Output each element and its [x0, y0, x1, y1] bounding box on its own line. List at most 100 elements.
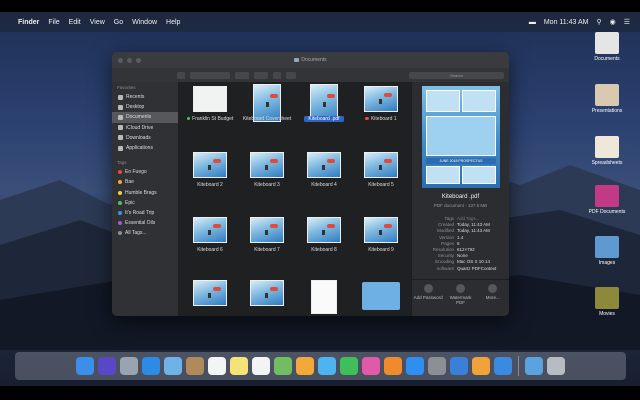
file-item[interactable]: Kiteboard 2	[182, 150, 238, 210]
sidebar-tag-item[interactable]: En Fuego	[112, 167, 178, 177]
dock-mail-icon[interactable]	[164, 357, 182, 375]
display-status-icon[interactable]: ▬	[529, 19, 536, 26]
kiteboarder-graphic	[208, 164, 212, 170]
file-thumbnail	[250, 152, 284, 178]
sidebar-tag-item[interactable]: Essential Oils	[112, 218, 178, 228]
dock-safari-icon[interactable]	[142, 357, 160, 375]
dock-books-icon[interactable]	[384, 357, 402, 375]
dock-pages-icon[interactable]	[472, 357, 490, 375]
dock-reminders-icon[interactable]	[252, 357, 270, 375]
menu-edit[interactable]: Edit	[69, 19, 81, 26]
menu-finder[interactable]: Finder	[18, 19, 39, 26]
dock-launchpad-icon[interactable]	[120, 357, 138, 375]
menu-window[interactable]: Window	[132, 19, 157, 26]
sidebar-item-icloud-drive[interactable]: iCloud Drive	[112, 123, 178, 133]
menu-file[interactable]: File	[48, 19, 59, 26]
add-password-button[interactable]: Add Password	[413, 284, 443, 316]
dock-app-store-icon[interactable]	[406, 357, 424, 375]
group-button[interactable]	[235, 71, 249, 79]
desktop-item[interactable]: Presentations	[582, 84, 632, 114]
dock-keynote-icon[interactable]	[450, 357, 468, 375]
sidebar-tag-item[interactable]: All Tags...	[112, 228, 178, 238]
file-item[interactable]: Kiteboard 3	[239, 150, 295, 210]
desktop-item-label: Movies	[599, 311, 615, 317]
file-item[interactable]: Kiteboard 4	[296, 150, 352, 210]
preview-metadata: Tags Add Tags... Created Today, 11:43 AM Mod…	[414, 216, 497, 272]
file-item[interactable]: Kiteboard 6	[182, 215, 238, 275]
action-button[interactable]	[254, 71, 268, 79]
share-button[interactable]	[273, 71, 281, 79]
dock-trash-icon[interactable]	[547, 357, 565, 375]
dock-messages-icon[interactable]	[318, 357, 336, 375]
siri-icon[interactable]: ◉	[610, 18, 616, 26]
desktop-item-label: Spreadsheets	[591, 160, 623, 166]
desktop-item[interactable]: Documents	[582, 32, 632, 62]
dock-separator	[518, 356, 519, 376]
menu-go[interactable]: Go	[114, 19, 123, 26]
desktop-item[interactable]: Images	[582, 236, 632, 266]
menu-view[interactable]: View	[90, 19, 105, 26]
dock-notes-icon[interactable]	[230, 357, 248, 375]
file-item[interactable]: Kiteboard 9	[353, 215, 409, 275]
file-item[interactable]: Kiteboard Coversheet	[239, 84, 295, 144]
sidebar-item-label: Desktop	[126, 104, 145, 111]
kite-graphic	[213, 287, 222, 291]
sidebar-tag-item[interactable]: It's Road Trip	[112, 208, 178, 218]
tags-button[interactable]	[286, 71, 296, 79]
view-mode-control[interactable]	[190, 71, 230, 79]
file-item[interactable]: Kiteboard 8	[296, 215, 352, 275]
file-item[interactable]: Kiteboard .pdf	[296, 84, 352, 144]
dock-photos-icon[interactable]	[296, 357, 314, 375]
sidebar-item-desktop[interactable]: Desktop	[112, 102, 178, 112]
sidebar-item-label: Recents	[126, 94, 145, 101]
metadata-row: software Quartz PDFContext	[414, 266, 496, 272]
sidebar-tag-label: Humble Brags	[125, 189, 157, 196]
clock[interactable]: Mon 11:43 AM	[544, 19, 589, 26]
sidebar-item-recents[interactable]: Recents	[112, 92, 178, 102]
file-name: Kiteboard 9	[353, 247, 409, 254]
desktop-item-icon	[595, 32, 619, 54]
file-item[interactable]	[296, 278, 352, 316]
desktop-item-icon	[595, 136, 619, 158]
menu-help[interactable]: Help	[166, 19, 180, 26]
file-item[interactable]: Franklin St Budget	[182, 84, 238, 144]
kite-graphic	[326, 94, 335, 98]
sidebar-item-downloads[interactable]: Downloads	[112, 133, 178, 143]
notification-center-icon[interactable]: ☰	[624, 18, 630, 26]
spotlight-icon[interactable]: ⚲	[596, 18, 601, 26]
dock-siri-icon[interactable]	[98, 357, 116, 375]
watermark-pdf-button[interactable]: Watermark PDF	[445, 284, 475, 316]
dock-contacts-icon[interactable]	[186, 357, 204, 375]
file-item[interactable]	[353, 278, 409, 316]
dock-maps-icon[interactable]	[274, 357, 292, 375]
file-item[interactable]	[182, 278, 238, 316]
dock-finder-icon[interactable]	[76, 357, 94, 375]
file-item[interactable]	[239, 278, 295, 316]
file-item[interactable]: Kiteboard 5	[353, 150, 409, 210]
dock-xcode-icon[interactable]	[494, 357, 512, 375]
sidebar-tag-item[interactable]: Bae	[112, 177, 178, 187]
file-item[interactable]: Kiteboard 7	[239, 215, 295, 275]
lock-icon	[423, 284, 433, 293]
sidebar-item-documents[interactable]: Documents	[112, 112, 178, 123]
desktop-item[interactable]: Movies	[582, 287, 632, 317]
dock-itunes-icon[interactable]	[362, 357, 380, 375]
sidebar-tag-item[interactable]: Epic	[112, 198, 178, 208]
dock-system-preferences-icon[interactable]	[428, 357, 446, 375]
kiteboarder-graphic	[208, 229, 212, 235]
search-input[interactable]: Search	[409, 71, 504, 79]
sidebar-item-applications[interactable]: Applications	[112, 143, 178, 153]
desktop-item[interactable]: PDF Documents	[582, 185, 632, 215]
kiteboarder-graphic	[208, 292, 212, 298]
dock-calendar-icon[interactable]	[208, 357, 226, 375]
back-button[interactable]	[177, 71, 185, 79]
more-button[interactable]: More...	[478, 284, 508, 316]
desktop-item[interactable]: Spreadsheets	[582, 136, 632, 166]
kite-graphic	[270, 159, 279, 163]
dock-downloads-folder-icon[interactable]	[525, 357, 543, 375]
sidebar-tag-item[interactable]: Humble Brags	[112, 188, 178, 198]
file-item[interactable]: Kiteboard 1	[353, 84, 409, 144]
dock-facetime-icon[interactable]	[340, 357, 358, 375]
preview-photo	[462, 166, 496, 184]
sidebar-tag-label: Epic	[125, 199, 135, 206]
